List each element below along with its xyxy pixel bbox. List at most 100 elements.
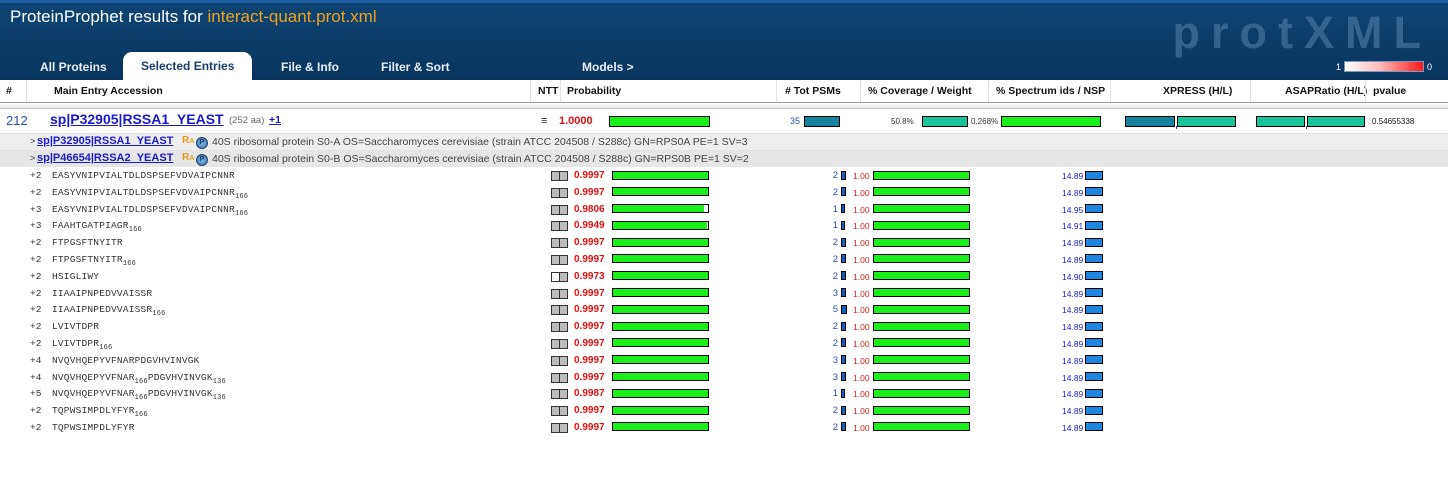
- peptide-probability: 0.9806: [574, 204, 605, 215]
- column-header-xpress-h-l[interactable]: XPRESS (H/L): [1163, 85, 1232, 97]
- column-header-coverage-weight[interactable]: % Coverage / Weight: [868, 85, 972, 97]
- peptide-nsp-bar: [873, 221, 970, 230]
- peptide-row[interactable]: +2HSIGLIWY0.997321.0014.90: [0, 268, 1448, 285]
- column-header-pvalue[interactable]: pvalue: [1373, 85, 1406, 97]
- tab-models[interactable]: Models >: [564, 54, 652, 80]
- column-divider: [26, 80, 27, 102]
- peptide-row[interactable]: +2EASYVNIPVIALTDLDSPSEFVDVAIPCNNR0.99972…: [0, 167, 1448, 184]
- peptide-psm-count: 2: [824, 237, 838, 248]
- ntt-indicator: [551, 289, 568, 299]
- peptide-icon[interactable]: RA: [182, 135, 194, 148]
- entry-tot-psms: 35: [790, 116, 800, 126]
- sub-entry-row[interactable]: >sp|P32905|RSSA1_YEASTRAP40S ribosomal p…: [0, 133, 1448, 150]
- peptide-probability-bar: [612, 288, 709, 297]
- peptide-probability: 0.9997: [574, 288, 605, 299]
- peptide-row[interactable]: +5NVQVHQEPYVFNAR166PDGVHVINVGK1360.99871…: [0, 385, 1448, 402]
- peptide-nsp-bar: [873, 305, 970, 314]
- peptide-spectrum-value: 14.89: [1062, 171, 1083, 181]
- peptide-psm-bar: [841, 171, 846, 180]
- peptide-charge: +2: [30, 321, 41, 332]
- column-header-main-entry-accession[interactable]: Main Entry Accession: [54, 85, 163, 97]
- peptide-nsp-bar: [873, 372, 970, 381]
- sub-entry-accession-link[interactable]: sp|P32905|RSSA1_YEAST: [37, 135, 173, 147]
- peptide-row[interactable]: +4NVQVHQEPYVFNARPDGVHVINVGK0.999731.0014…: [0, 352, 1448, 369]
- peptide-spectrum-bar: [1085, 187, 1103, 196]
- entry-xpress-bar-right: [1177, 116, 1236, 127]
- protein-info-icon[interactable]: P: [196, 154, 208, 166]
- peptide-probability-bar: [612, 406, 709, 415]
- peptide-nsp-value: 1.00: [853, 272, 870, 282]
- peptide-sequence: LVIVTDPR: [52, 321, 99, 332]
- peptide-icon[interactable]: RA: [182, 152, 194, 165]
- column-header-ntt[interactable]: NTT: [538, 85, 558, 97]
- peptide-psm-bar: [841, 254, 846, 263]
- peptide-psm-bar: [841, 338, 846, 347]
- bottom-spacer: [0, 436, 1448, 484]
- peptide-sequence: EASYVNIPVIALTDLDSPSEFVDVAIPCNNR166: [52, 204, 248, 218]
- peptide-charge: +2: [30, 338, 41, 349]
- peptide-spectrum-value: 14.89: [1062, 188, 1083, 198]
- peptide-row[interactable]: +2EASYVNIPVIALTDLDSPSEFVDVAIPCNNR1660.99…: [0, 184, 1448, 201]
- protein-info-icon[interactable]: P: [196, 137, 208, 149]
- peptide-spectrum-value: 14.89: [1062, 356, 1083, 366]
- column-header-probability[interactable]: Probability: [567, 85, 621, 97]
- entry-expand-link[interactable]: +1: [269, 114, 281, 126]
- entry-coverage-bar: [922, 116, 968, 127]
- peptide-sequence: NVQVHQEPYVFNAR166PDGVHVINVGK136: [52, 388, 226, 402]
- peptide-row[interactable]: +3FAAHTGATPIAGR1660.994911.0014.91: [0, 217, 1448, 234]
- peptide-sequence: NVQVHQEPYVFNAR166PDGVHVINVGK136: [52, 372, 226, 386]
- sub-entry-marker: >: [30, 153, 35, 163]
- ntt-indicator: [551, 188, 568, 198]
- peptide-spectrum-bar: [1085, 422, 1103, 431]
- column-header-tot-psms[interactable]: # Tot PSMs: [785, 85, 841, 97]
- column-header-row: # Main Entry Accession NTT Probability # Tot…: [0, 80, 1448, 103]
- tab-bar: All ProteinsSelected Entries File & InfoF…: [0, 50, 1448, 80]
- entry-tot-psms-bar: [804, 116, 840, 127]
- peptide-psm-count: 1: [824, 204, 838, 215]
- column-header-asapratio-h-l[interactable]: ASAPRatio (H/L): [1285, 85, 1367, 97]
- page-title-filename: interact-quant.prot.xml: [207, 7, 376, 26]
- peptide-nsp-value: 1.00: [853, 322, 870, 332]
- peptide-spectrum-value: 14.89: [1062, 322, 1083, 332]
- peptide-spectrum-bar: [1085, 305, 1103, 314]
- sub-entry-accession-link[interactable]: sp|P46654|RSSA2_YEAST: [37, 152, 173, 164]
- column-divider: [776, 80, 777, 102]
- peptide-psm-count: 1: [824, 388, 838, 399]
- peptide-nsp-bar: [873, 238, 970, 247]
- peptide-probability-bar: [612, 187, 709, 196]
- tab-selected-entries[interactable]: Selected Entries: [123, 52, 252, 80]
- peptide-psm-count: 2: [824, 422, 838, 433]
- peptide-row[interactable]: +2IIAAIPNPEDVVAISSR1660.999751.0014.89: [0, 301, 1448, 318]
- app-header: ProteinProphet results for interact-quan…: [0, 0, 1448, 80]
- tab-all-proteins[interactable]: All Proteins: [22, 54, 125, 80]
- peptide-psm-count: 2: [824, 405, 838, 416]
- ntt-indicator: [551, 171, 568, 181]
- column-header-[interactable]: #: [6, 85, 12, 97]
- entry-accession-link[interactable]: sp|P32905|RSSA1_YEAST: [50, 111, 224, 127]
- peptide-row[interactable]: +2LVIVTDPR0.999721.0014.89: [0, 318, 1448, 335]
- peptide-row[interactable]: +3EASYVNIPVIALTDLDSPSEFVDVAIPCNNR1660.98…: [0, 201, 1448, 218]
- peptide-row[interactable]: +2FTPGSFTNYITR0.999721.0014.89: [0, 234, 1448, 251]
- peptide-spectrum-value: 14.89: [1062, 238, 1083, 248]
- peptide-nsp-value: 1.00: [853, 238, 870, 248]
- peptide-row[interactable]: +2LVIVTDPR1660.999721.0014.89: [0, 335, 1448, 352]
- peptide-spectrum-bar: [1085, 338, 1103, 347]
- tab-filter-sort[interactable]: Filter & Sort: [363, 54, 468, 80]
- peptide-row[interactable]: +2TQPWSIMPDLYFYR1660.999721.0014.89: [0, 402, 1448, 419]
- peptide-row[interactable]: +4NVQVHQEPYVFNAR166PDGVHVINVGK1360.99973…: [0, 369, 1448, 386]
- hamburger-icon[interactable]: ≡: [541, 115, 547, 127]
- column-header-spectrum-ids-nsp[interactable]: % Spectrum ids / NSP: [996, 85, 1105, 97]
- peptide-row[interactable]: +2TQPWSIMPDLYFYR0.999721.0014.89: [0, 419, 1448, 436]
- peptide-charge: +2: [30, 187, 41, 198]
- peptide-row[interactable]: +2FTPGSFTNYITR1660.999721.0014.89: [0, 251, 1448, 268]
- ntt-indicator: [551, 389, 568, 399]
- column-divider: [530, 80, 531, 102]
- tab-file-info[interactable]: File & Info: [263, 54, 357, 80]
- entry-probability: 1.0000: [559, 115, 593, 127]
- sub-entry-row[interactable]: >sp|P46654|RSSA2_YEASTRAP40S ribosomal p…: [0, 150, 1448, 167]
- peptide-row[interactable]: +2IIAAIPNPEDVVAISSR0.999731.0014.89: [0, 285, 1448, 302]
- peptide-probability-bar: [612, 238, 709, 247]
- main-entry-row[interactable]: 212 sp|P32905|RSSA1_YEAST (252 aa) +1 ≡ …: [0, 109, 1448, 133]
- peptide-sequence: EASYVNIPVIALTDLDSPSEFVDVAIPCNNR: [52, 170, 235, 181]
- peptide-nsp-value: 1.00: [853, 339, 870, 349]
